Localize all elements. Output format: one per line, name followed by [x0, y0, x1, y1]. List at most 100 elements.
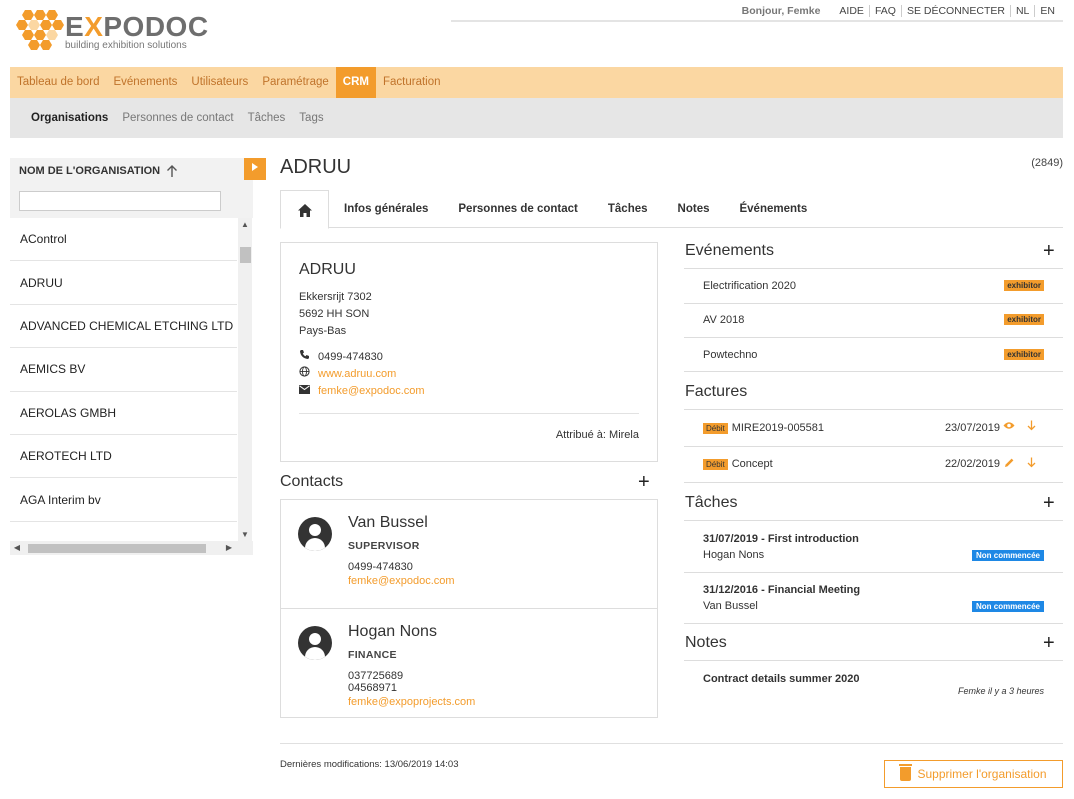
organisation-name: ADRUU — [299, 261, 356, 278]
list-item[interactable]: AV 2018 exhibitor — [684, 304, 1063, 338]
invoice-number: Concept — [731, 458, 773, 470]
lang-en-link[interactable]: EN — [1034, 5, 1060, 17]
list-header[interactable]: NOM DE L'ORGANISATION — [10, 158, 253, 186]
sort-asc-icon[interactable] — [166, 164, 178, 181]
organisation-list: AControl ADRUU ADVANCED CHEMICAL ETCHING… — [10, 218, 253, 541]
contact-card[interactable]: Van Bussel SUPERVISOR 0499-474830 femke@… — [280, 499, 658, 609]
notes-title: Notes — [685, 634, 727, 651]
tab-general-info[interactable]: Infos générales — [329, 190, 443, 227]
list-item[interactable]: Powtechno exhibitor — [684, 338, 1063, 372]
phone-number: 0499-474830 — [318, 351, 383, 363]
scroll-thumb-horizontal[interactable] — [28, 544, 206, 553]
contact-card[interactable]: Hogan Nons FINANCE 037725689 04568971 fe… — [280, 608, 658, 718]
header-divider — [451, 20, 1063, 22]
list-item[interactable]: Débit MIRE2019-005581 23/07/2019 — [684, 410, 1063, 447]
contact-email[interactable]: femke@expoprojects.com — [348, 696, 475, 708]
list-header-label: NOM DE L'ORGANISATION — [19, 165, 161, 177]
tab-events[interactable]: Événements — [724, 190, 822, 227]
subnav-contacts[interactable]: Personnes de contact — [115, 98, 240, 138]
nav-billing[interactable]: Facturation — [376, 67, 448, 98]
event-name: Electrification 2020 — [703, 280, 796, 292]
contact-phone: 037725689 — [348, 670, 404, 682]
scroll-thumb[interactable] — [240, 247, 251, 263]
invoice-date: 22/02/2019 — [944, 458, 1000, 470]
add-event-button[interactable]: + — [1043, 241, 1055, 261]
contact-phone: 04568971 — [348, 682, 397, 694]
email-link[interactable]: femke@expodoc.com — [318, 383, 425, 400]
horizontal-scrollbar[interactable]: ◀ ▶ — [10, 541, 253, 555]
organisation-list-panel: NOM DE L'ORGANISATION AControl ADRUU ADV… — [10, 158, 266, 555]
subnav-organisations[interactable]: Organisations — [24, 98, 115, 138]
nav-events[interactable]: Evénements — [106, 67, 184, 98]
add-task-button[interactable]: + — [1043, 493, 1055, 513]
list-item[interactable]: ADRUU — [10, 261, 237, 305]
contact-name: Van Bussel — [348, 514, 428, 531]
tab-tasks[interactable]: Tâches — [593, 190, 663, 227]
invoice-type-badge: Débit — [703, 459, 728, 470]
invoices-title: Factures — [685, 383, 748, 400]
list-item[interactable]: AEMICS BV — [10, 348, 237, 392]
subnav-tags[interactable]: Tags — [292, 98, 330, 138]
website-link[interactable]: www.adruu.com — [318, 366, 396, 383]
list-item[interactable]: Contract details summer 2020 Femke il y … — [684, 661, 1063, 709]
note-title: Contract details summer 2020 — [703, 673, 860, 685]
scroll-left-icon[interactable]: ◀ — [10, 541, 24, 555]
tab-contacts[interactable]: Personnes de contact — [443, 190, 593, 227]
nav-crm[interactable]: CRM — [335, 67, 376, 98]
list-item[interactable]: Débit Concept 22/02/2019 — [684, 447, 1063, 483]
invoices-list: Débit MIRE2019-005581 23/07/2019 Débit Con… — [684, 409, 1063, 483]
invoice-type-badge: Débit — [703, 423, 728, 434]
footer-divider — [280, 743, 1063, 744]
help-link[interactable]: AIDE — [834, 5, 869, 17]
scroll-right-icon[interactable]: ▶ — [222, 541, 236, 555]
list-item[interactable]: ADVANCED CHEMICAL ETCHING LTD — [10, 305, 237, 349]
tasks-list: 31/07/2019 - First introduction Hogan No… — [684, 520, 1063, 624]
add-contact-button[interactable]: + — [638, 472, 650, 492]
avatar-icon — [298, 517, 332, 551]
contact-role: SUPERVISOR — [348, 540, 420, 552]
event-name: AV 2018 — [703, 314, 745, 326]
list-item[interactable]: AGA Interim bv — [10, 478, 237, 522]
collapse-panel-button[interactable] — [244, 158, 266, 180]
nav-users[interactable]: Utilisateurs — [184, 67, 255, 98]
tab-notes[interactable]: Notes — [663, 190, 725, 227]
pencil-icon[interactable] — [1004, 457, 1015, 471]
nav-dashboard[interactable]: Tableau de bord — [10, 67, 106, 98]
add-note-button[interactable]: + — [1043, 633, 1055, 653]
list-item[interactable]: AControl — [10, 218, 237, 262]
vertical-scrollbar[interactable]: ▲ ▼ — [238, 218, 252, 541]
download-icon[interactable] — [1027, 457, 1036, 471]
logout-link[interactable]: SE DÉCONNECTER — [900, 5, 1010, 17]
faq-link[interactable]: FAQ — [868, 5, 901, 17]
event-badge: exhibitor — [1004, 280, 1044, 291]
task-status-badge: Non commencée — [971, 601, 1044, 612]
scroll-up-icon[interactable]: ▲ — [238, 220, 252, 229]
main-nav: Tableau de bord Evénements Utilisateurs … — [10, 67, 1063, 98]
subnav-tasks[interactable]: Tâches — [241, 98, 293, 138]
list-item[interactable]: 31/12/2016 - Financial Meeting Van Busse… — [684, 573, 1063, 624]
list-item[interactable]: 31/07/2019 - First introduction Hogan No… — [684, 521, 1063, 573]
tab-home[interactable] — [280, 190, 329, 229]
delete-organisation-button[interactable]: Supprimer l'organisation — [884, 760, 1063, 788]
event-badge: exhibitor — [1004, 349, 1044, 360]
avatar-icon — [298, 626, 332, 660]
nav-settings[interactable]: Paramétrage — [255, 67, 335, 98]
scroll-down-icon[interactable]: ▼ — [238, 530, 252, 539]
list-item[interactable]: AEROTECH LTD — [10, 435, 237, 479]
top-links: Bonjour, Femke AIDE FAQ SE DÉCONNECTER N… — [742, 5, 1060, 17]
brand-name: EXPODOC — [65, 11, 209, 42]
organisation-filter-input[interactable] — [19, 191, 221, 211]
phone-icon — [299, 349, 318, 366]
home-icon — [297, 204, 312, 217]
list-item[interactable]: AEROLAS GMBH — [10, 392, 237, 435]
tasks-title: Tâches — [685, 494, 738, 511]
expodoc-logo[interactable]: EXPODOC building exhibition solutions — [16, 8, 208, 54]
eye-icon[interactable] — [1003, 421, 1015, 433]
contact-role: FINANCE — [348, 649, 397, 661]
contact-email[interactable]: femke@expodoc.com — [348, 575, 455, 587]
note-meta: Femke il y a 3 heures — [957, 686, 1044, 696]
list-item[interactable]: Electrification 2020 exhibitor — [684, 269, 1063, 304]
download-icon[interactable] — [1027, 420, 1036, 434]
filter-row — [10, 186, 253, 218]
lang-nl-link[interactable]: NL — [1009, 5, 1034, 17]
